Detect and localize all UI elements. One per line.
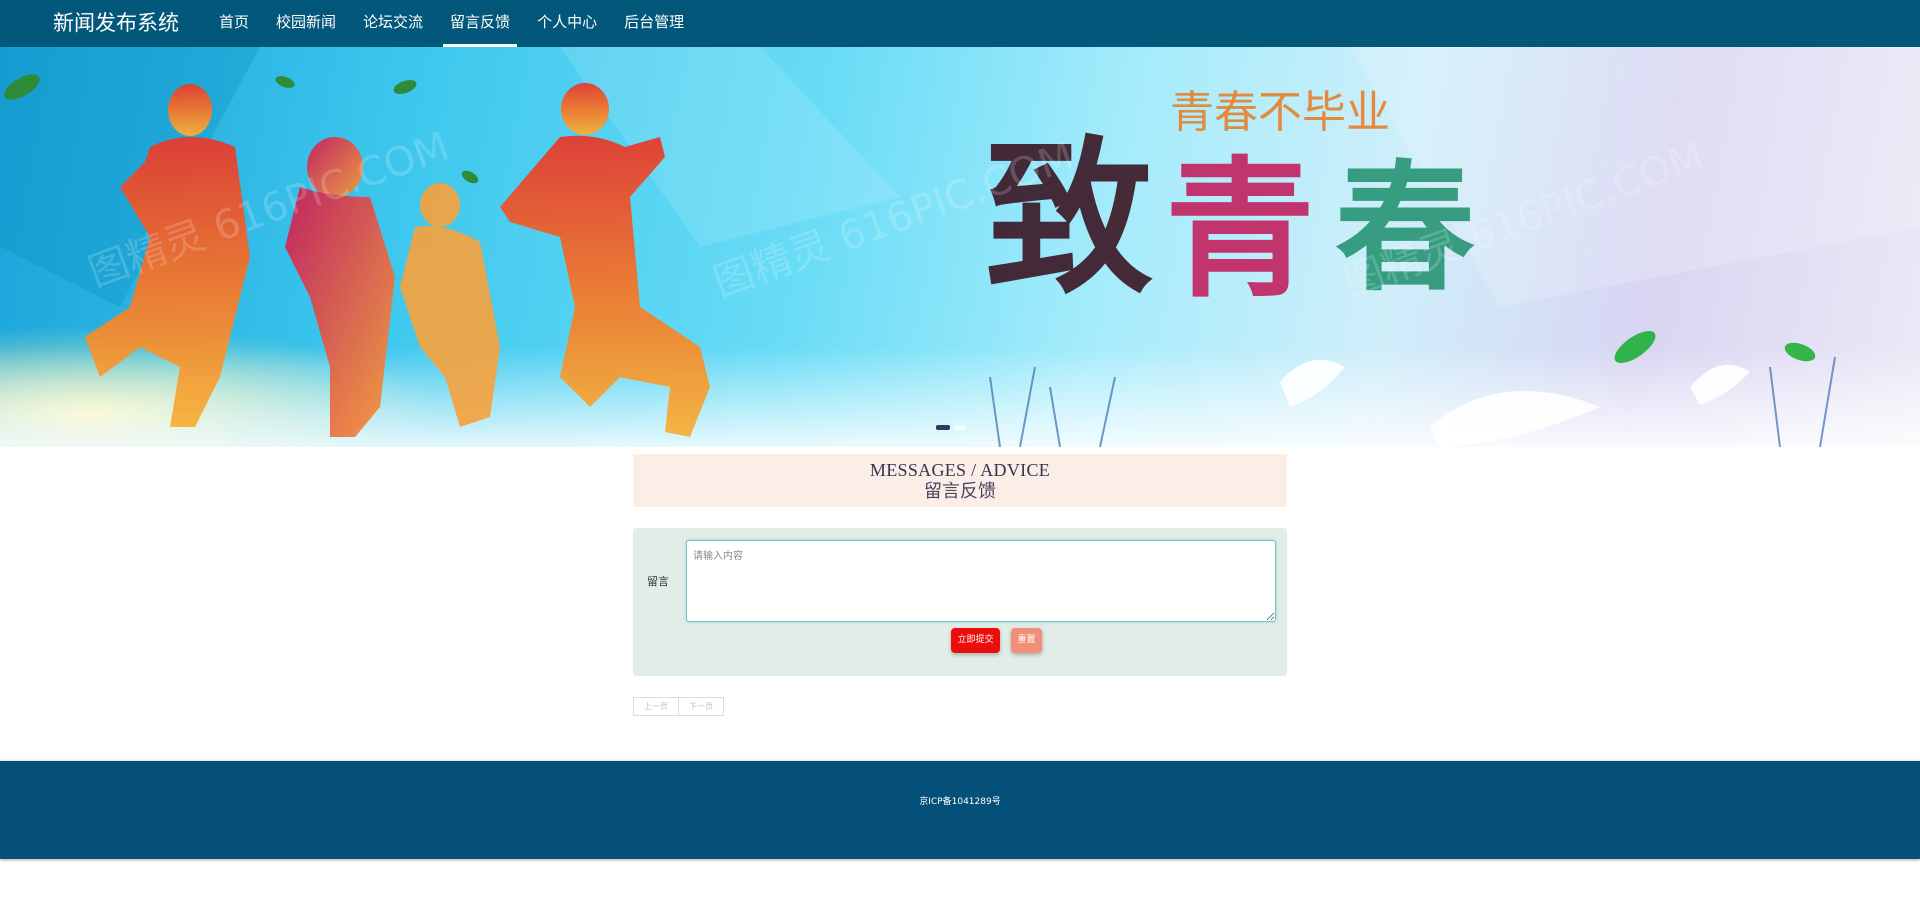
prev-page-button[interactable]: 上一页: [633, 697, 679, 716]
nav-item-admin[interactable]: 后台管理: [617, 0, 691, 47]
carousel-dot-1[interactable]: [936, 425, 950, 430]
nav-item-feedback[interactable]: 留言反馈: [443, 0, 518, 47]
nav-item-home[interactable]: 首页: [212, 0, 256, 47]
carousel-dot-2[interactable]: [954, 425, 966, 430]
message-textarea[interactable]: [686, 540, 1276, 622]
nav-item-personal-center[interactable]: 个人中心: [530, 0, 604, 47]
pagination: 上一页 下一页: [633, 697, 724, 716]
icp-record: 京ICP备1041289号: [919, 797, 1001, 807]
message-label: 留言: [647, 575, 669, 588]
section-title-en: MESSAGES / ADVICE: [869, 460, 1051, 480]
nav-item-campus-news[interactable]: 校园新闻: [269, 0, 343, 47]
top-navbar: 新闻发布系统 首页 校园新闻 论坛交流 留言反馈 个人中心 后台管理: [0, 0, 1920, 47]
site-brand[interactable]: 新闻发布系统: [53, 9, 179, 37]
nav-item-forum[interactable]: 论坛交流: [356, 0, 430, 47]
main-nav: 首页 校园新闻 论坛交流 留言反馈 个人中心 后台管理: [212, 0, 704, 47]
carousel-indicators: [936, 425, 966, 430]
footer: 京ICP备1041289号: [0, 761, 1920, 859]
submit-button[interactable]: 立即提交: [951, 628, 1000, 653]
banner-image: 致 青 春 青春不毕业 图精灵 616PIC.COM 图精灵 616PIC.CO…: [0, 47, 1920, 447]
banner-carousel[interactable]: 致 青 春 青春不毕业 图精灵 616PIC.COM 图精灵 616PIC.CO…: [0, 47, 1920, 447]
reset-button[interactable]: 重置: [1011, 628, 1042, 653]
section-header: MESSAGES / ADVICE 留言反馈: [633, 454, 1287, 507]
message-form: 留言 立即提交 重置: [633, 528, 1287, 676]
svg-text:青: 青: [1165, 142, 1315, 318]
banner-subtitle: 青春不毕业: [1170, 87, 1390, 138]
section-title-cn: 留言反馈: [924, 481, 996, 502]
next-page-button[interactable]: 下一页: [679, 697, 724, 716]
